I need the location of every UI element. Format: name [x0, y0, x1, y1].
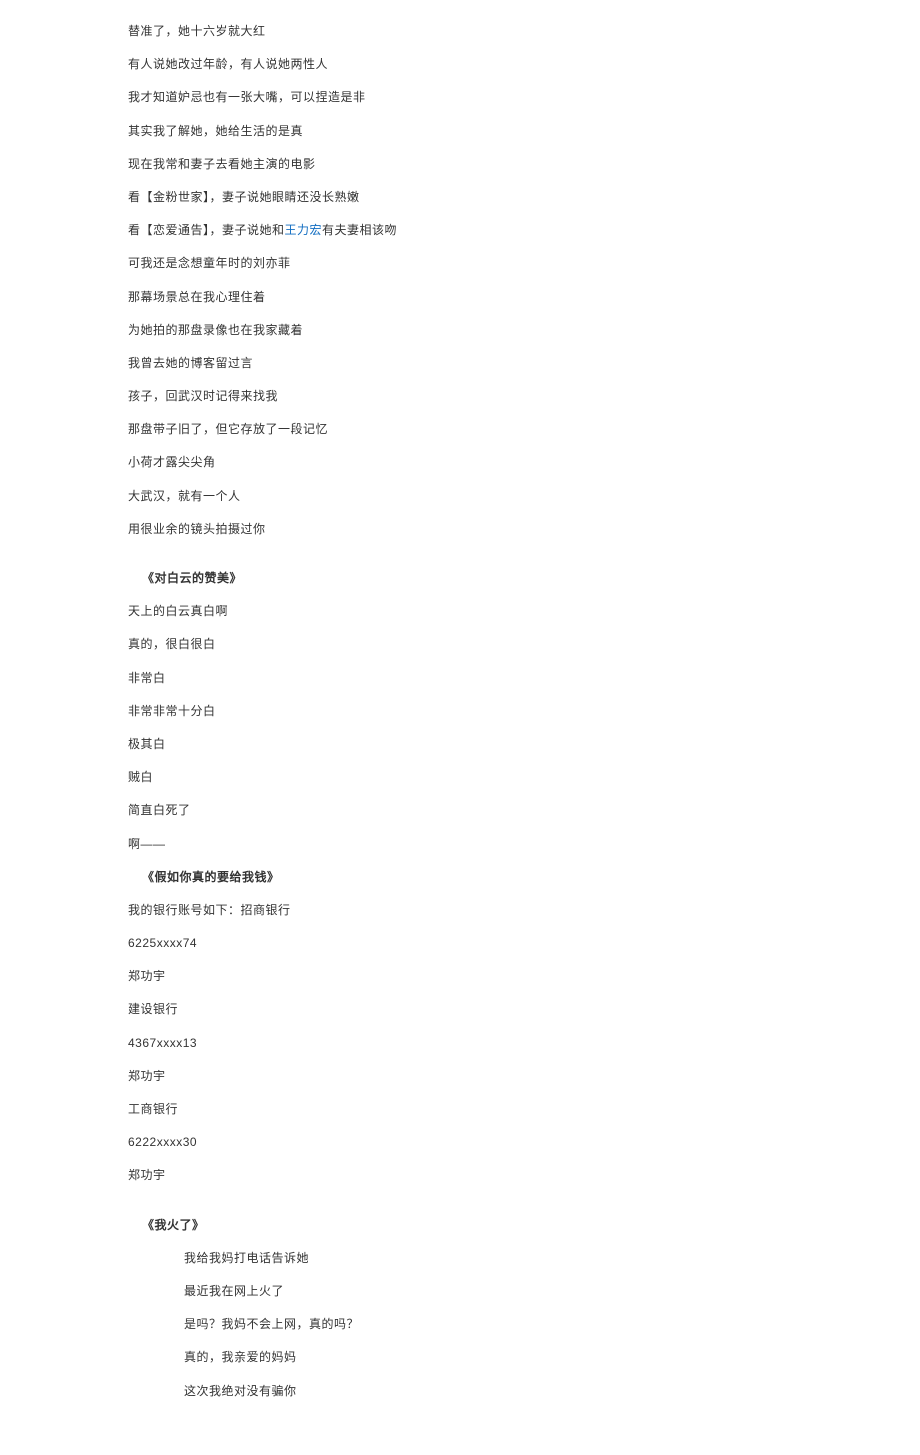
poem-line: 非常非常十分白	[128, 702, 920, 721]
poem-line: 有人说她改过年龄，有人说她两性人	[128, 55, 920, 74]
poem-line: 我的银行账号如下：招商银行	[128, 901, 920, 920]
poem-line: 那盘带子旧了，但它存放了一段记忆	[128, 420, 920, 439]
poem-line: 最近我在网上火了	[184, 1282, 920, 1301]
poem-line: 我给我妈打电话告诉她	[184, 1249, 920, 1268]
poem-title: 《假如你真的要给我钱》	[142, 868, 920, 887]
poem-line: 我曾去她的博客留过言	[128, 354, 920, 373]
poem-line: 郑功宇	[128, 967, 920, 986]
poem-line: 郑功宇	[128, 1067, 920, 1086]
poem-line: 可我还是念想童年时的刘亦菲	[128, 254, 920, 273]
document-page: 替准了，她十六岁就大红 有人说她改过年龄，有人说她两性人 我才知道妒忌也有一张大…	[0, 0, 920, 1455]
poem-line: 非常白	[128, 669, 920, 688]
poem-line: 贼白	[128, 768, 920, 787]
poem-line: 工商银行	[128, 1100, 920, 1119]
poem-line: 建设银行	[128, 1000, 920, 1019]
poem-line: 啊——	[128, 835, 920, 854]
poem-line: 是吗？我妈不会上网，真的吗？	[184, 1315, 920, 1334]
poem-line: 其实我了解她，她给生活的是真	[128, 122, 920, 141]
poem-line: 看【金粉世家】，妻子说她眼睛还没长熟嫩	[128, 188, 920, 207]
person-link[interactable]: 王力宏	[285, 223, 323, 237]
poem-line: 孩子，回武汉时记得来找我	[128, 387, 920, 406]
poem-line: 6222xxxx30	[128, 1133, 920, 1152]
poem-line-with-link: 看【恋爱通告】，妻子说她和王力宏有夫妻相该吻	[128, 221, 920, 240]
poem-line: 为她拍的那盘录像也在我家藏着	[128, 321, 920, 340]
poem-line: 简直白死了	[128, 801, 920, 820]
poem-title: 《我火了》	[142, 1216, 920, 1235]
poem-line: 那幕场景总在我心理住着	[128, 288, 920, 307]
poem-line: 6225xxxx74	[128, 934, 920, 953]
poem-line: 真的，我亲爱的妈妈	[184, 1348, 920, 1367]
poem-line: 替准了，她十六岁就大红	[128, 22, 920, 41]
poem-line: 我才知道妒忌也有一张大嘴，可以捏造是非	[128, 88, 920, 107]
poem-line: 小荷才露尖尖角	[128, 453, 920, 472]
text-suffix: 有夫妻相该吻	[322, 223, 397, 237]
text-prefix: 看【恋爱通告】，妻子说她和	[128, 223, 285, 237]
poem-line: 现在我常和妻子去看她主演的电影	[128, 155, 920, 174]
poem-title: 《对白云的赞美》	[142, 569, 920, 588]
poem-line: 4367xxxx13	[128, 1034, 920, 1053]
poem-line: 大武汉，就有一个人	[128, 487, 920, 506]
poem-line: 真的，很白很白	[128, 635, 920, 654]
poem-line: 极其白	[128, 735, 920, 754]
poem-line: 郑功宇	[128, 1166, 920, 1185]
poem-line: 用很业余的镜头拍摄过你	[128, 520, 920, 539]
poem-line: 这次我绝对没有骗你	[184, 1382, 920, 1401]
poem-line: 天上的白云真白啊	[128, 602, 920, 621]
